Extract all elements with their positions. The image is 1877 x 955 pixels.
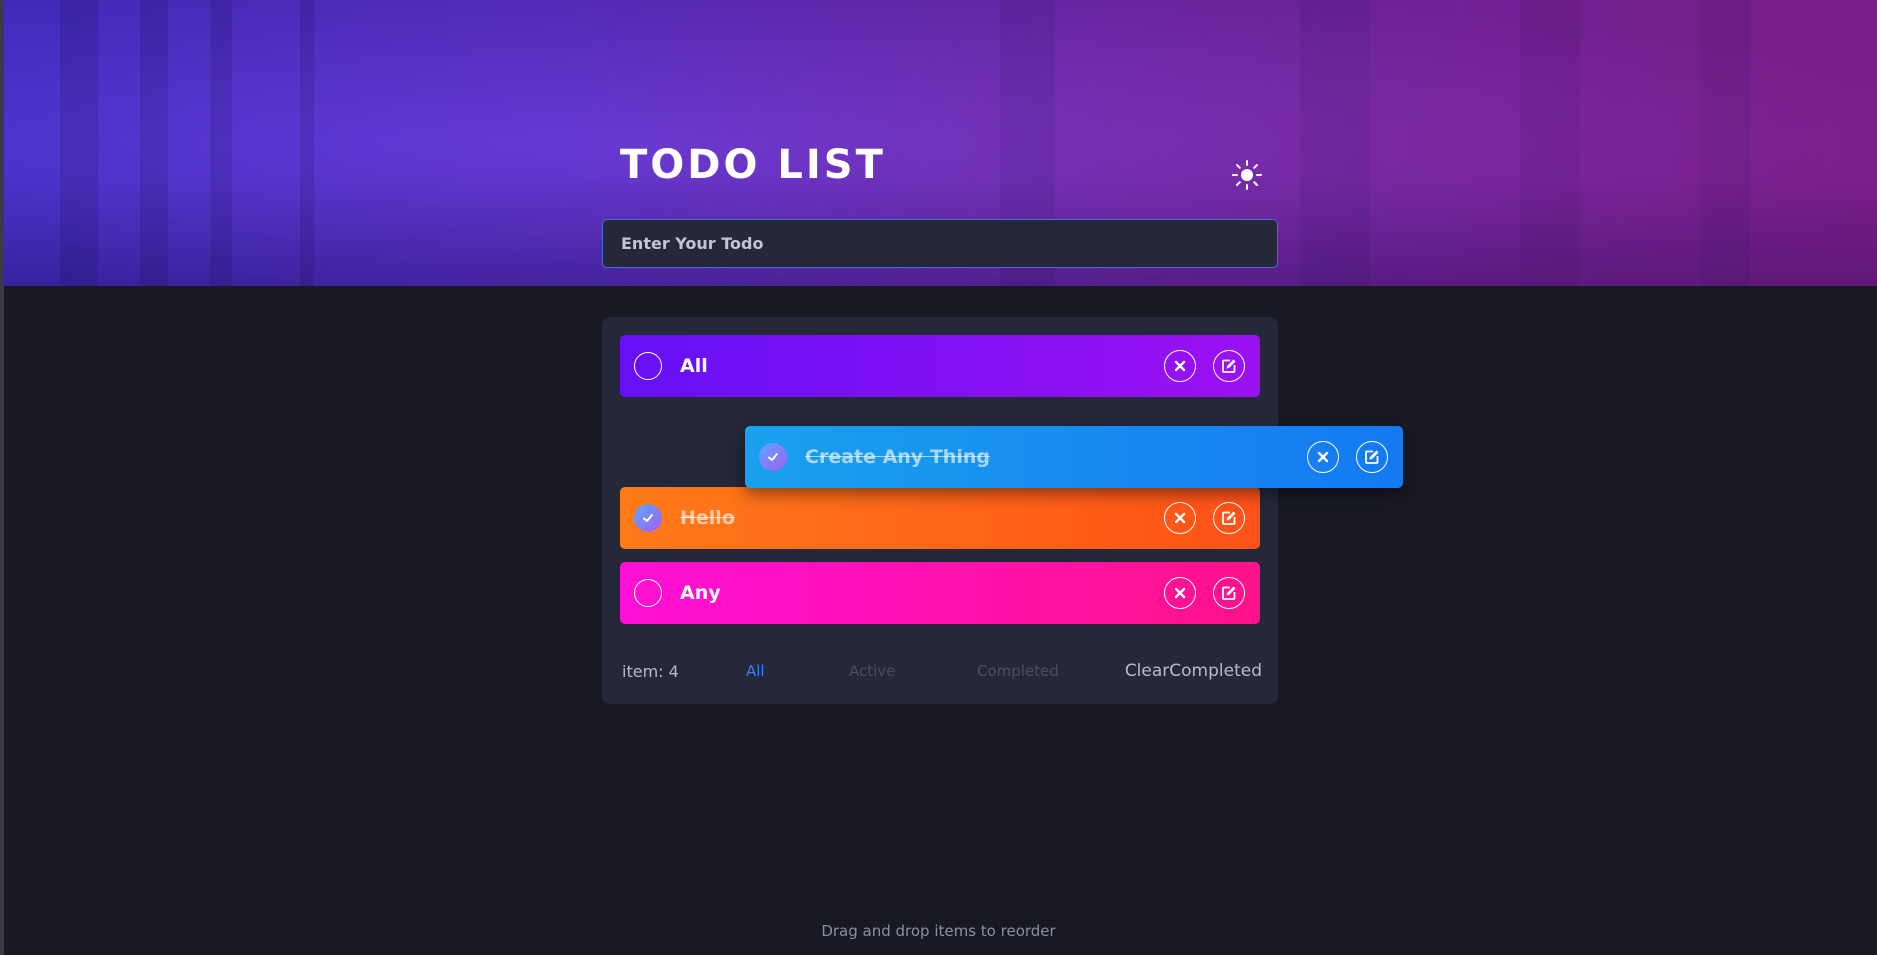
filter-completed[interactable]: Completed: [977, 662, 1059, 680]
theme-toggle-button[interactable]: [1230, 158, 1264, 192]
delete-button[interactable]: [1164, 350, 1196, 382]
todo-text: Create Any Thing: [805, 446, 990, 468]
delete-button[interactable]: [1307, 441, 1339, 473]
todo-text: Hello: [680, 507, 735, 529]
delete-button[interactable]: [1164, 502, 1196, 534]
page-title: TODO LIST: [620, 142, 886, 188]
todo-item[interactable]: Hello: [620, 487, 1260, 549]
close-icon: [1174, 512, 1186, 524]
todo-item-dragging[interactable]: Create Any Thing: [745, 426, 1403, 488]
todo-text: Any: [680, 582, 721, 604]
item-count: item: 4: [622, 662, 679, 681]
check-icon: [643, 514, 653, 522]
complete-checkbox[interactable]: [634, 504, 662, 532]
complete-checkbox[interactable]: [634, 579, 662, 607]
todo-text: All: [680, 355, 708, 377]
edit-icon: [1222, 586, 1236, 600]
close-icon: [1174, 360, 1186, 372]
todo-item[interactable]: All: [620, 335, 1260, 397]
complete-checkbox[interactable]: [634, 352, 662, 380]
edit-button[interactable]: [1213, 502, 1245, 534]
edit-icon: [1222, 359, 1236, 373]
check-icon: [768, 453, 778, 461]
todo-item[interactable]: Any: [620, 562, 1260, 624]
edit-icon: [1222, 511, 1236, 525]
todo-footer: item: 4 All Active Completed ClearComple…: [602, 650, 1278, 690]
filter-active[interactable]: Active: [849, 662, 895, 680]
filter-all[interactable]: All: [746, 662, 765, 680]
edit-button[interactable]: [1356, 441, 1388, 473]
sun-icon: [1232, 160, 1262, 190]
close-icon: [1317, 451, 1329, 463]
complete-checkbox[interactable]: [759, 443, 787, 471]
edit-button[interactable]: [1213, 350, 1245, 382]
window-edge: [0, 0, 4, 955]
edit-button[interactable]: [1213, 577, 1245, 609]
close-icon: [1174, 587, 1186, 599]
todo-input[interactable]: [602, 219, 1278, 268]
edit-icon: [1365, 450, 1379, 464]
clear-completed-button[interactable]: ClearCompleted: [1125, 661, 1262, 681]
delete-button[interactable]: [1164, 577, 1196, 609]
reorder-hint: Drag and drop items to reorder: [821, 922, 1056, 940]
